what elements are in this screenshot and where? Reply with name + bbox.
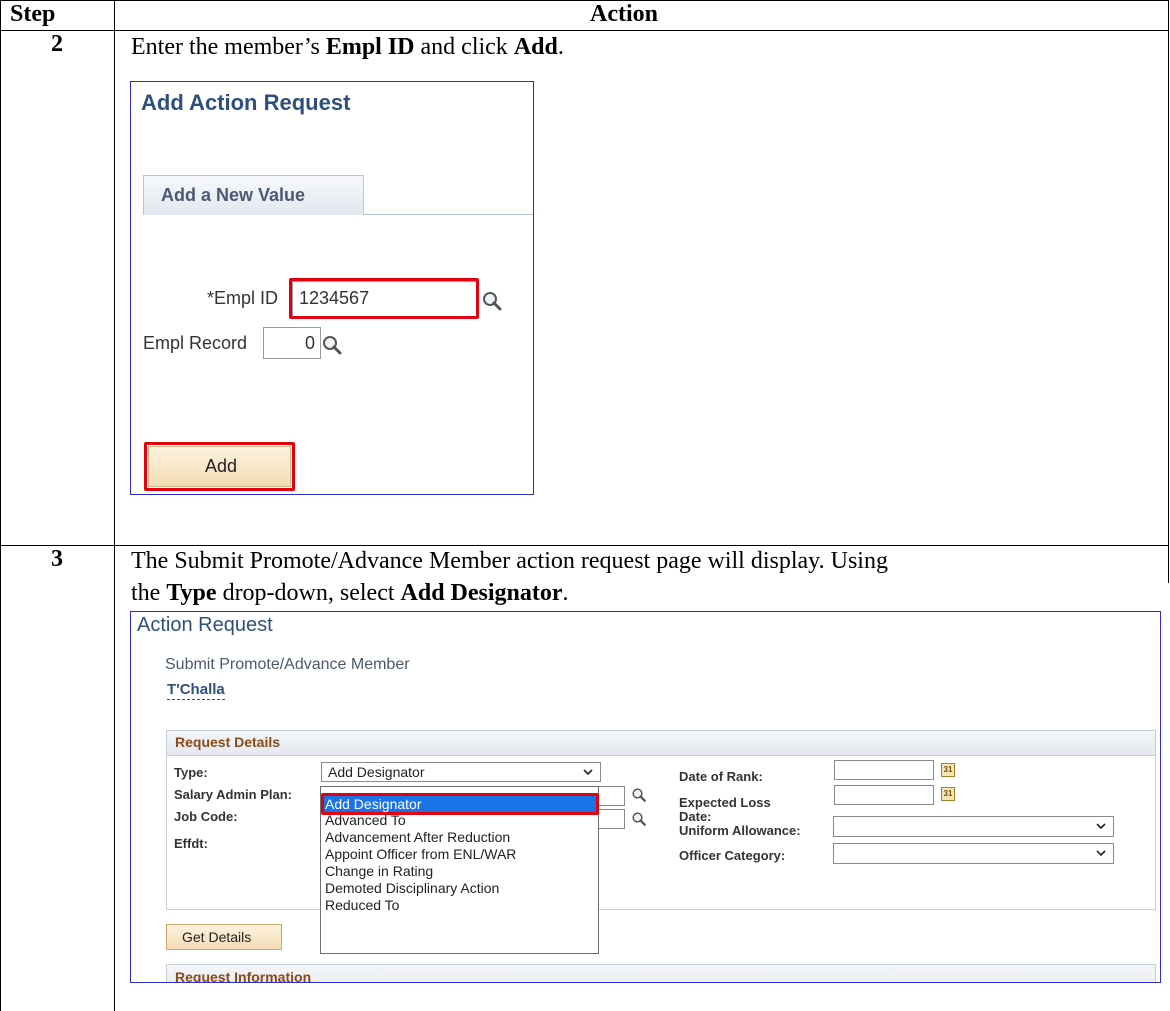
tab-add-new-value[interactable]: Add a New Value — [143, 175, 364, 215]
page-title: Add Action Request — [141, 90, 351, 115]
uniform-allowance-label: Uniform Allowance: — [679, 823, 801, 838]
uniform-allowance-select[interactable] — [833, 816, 1114, 837]
add-designator-highlight — [321, 793, 599, 815]
step-number: 3 — [51, 546, 63, 572]
header-action: Action — [590, 1, 658, 27]
add-button-highlight — [144, 442, 295, 491]
dropdown-option[interactable]: Reduced To — [325, 897, 399, 913]
salary-admin-plan-input[interactable] — [597, 786, 625, 806]
type-dropdown-list[interactable]: Add Designator Advanced To Advancement A… — [320, 786, 599, 954]
calendar-icon[interactable]: 31 — [941, 763, 955, 777]
tab-underline — [364, 214, 533, 215]
table-border-right-upper — [1168, 0, 1169, 583]
member-name-link[interactable]: T'Challa — [167, 681, 225, 700]
empl-id-highlight — [289, 278, 479, 319]
date-label: Date: — [679, 809, 712, 824]
chevron-down-icon — [583, 769, 593, 776]
header-step: Step — [10, 1, 56, 27]
request-details-section: Request Details Type: Salary Admin Plan:… — [166, 730, 1156, 910]
job-code-input[interactable] — [597, 809, 625, 829]
dropdown-option[interactable]: Appoint Officer from ENL/WAR — [325, 846, 516, 862]
section-title: Request Details — [175, 734, 281, 750]
lookup-search-icon[interactable] — [631, 787, 647, 803]
request-information-section: Request Information — [166, 964, 1156, 983]
officer-category-select[interactable] — [833, 843, 1114, 864]
job-code-label: Job Code: — [174, 809, 238, 824]
date-of-rank-input[interactable] — [834, 760, 934, 780]
chevron-down-icon — [1096, 850, 1106, 857]
table-border-top — [0, 0, 1168, 1]
lookup-search-icon[interactable] — [321, 334, 343, 356]
expected-loss-date-input[interactable] — [834, 785, 934, 805]
tab-label: Add a New Value — [161, 185, 306, 205]
empl-record-field[interactable]: 0 — [263, 327, 321, 359]
table-header-divider — [0, 30, 1168, 31]
calendar-icon[interactable]: 31 — [941, 787, 955, 801]
page-title: Action Request — [137, 614, 273, 636]
type-select-value: Add Designator — [328, 764, 425, 780]
dropdown-option[interactable]: Advancement After Reduction — [325, 829, 510, 845]
section-title: Request Information — [175, 969, 312, 983]
expected-loss-label: Expected Loss — [679, 795, 771, 810]
section-header: Request Details — [167, 731, 1155, 756]
type-select[interactable]: Add Designator — [321, 762, 601, 782]
empl-id-label: *Empl ID — [207, 288, 279, 308]
step-number: 2 — [51, 31, 63, 57]
action-request-screenshot: Action Request Submit Promote/Advance Me… — [130, 611, 1161, 983]
page-subtitle: Submit Promote/Advance Member — [165, 656, 410, 673]
salary-admin-plan-label: Salary Admin Plan: — [174, 787, 292, 802]
table-border-left — [0, 0, 1, 1011]
add-action-request-screenshot: Add Action Request Add a New Value *Empl… — [130, 81, 534, 495]
lookup-search-icon[interactable] — [481, 290, 503, 312]
empl-record-value: 0 — [304, 333, 315, 353]
get-details-button[interactable]: Get Details — [166, 924, 282, 950]
lookup-search-icon[interactable] — [631, 811, 647, 827]
step-instruction: Enter the member’s Empl ID and click Add… — [131, 34, 564, 60]
dropdown-option[interactable]: Change in Rating — [325, 863, 433, 879]
chevron-down-icon — [1096, 823, 1106, 830]
date-of-rank-label: Date of Rank: — [679, 769, 763, 784]
empl-record-label: Empl Record — [143, 333, 248, 353]
get-details-label: Get Details — [182, 929, 252, 945]
effdt-label: Effdt: — [174, 836, 208, 851]
table-column-divider — [114, 0, 115, 1011]
step-instruction: The Submit Promote/Advance Member action… — [131, 548, 888, 574]
type-label: Type: — [174, 765, 208, 780]
dropdown-option[interactable]: Demoted Disciplinary Action — [325, 880, 499, 896]
officer-category-label: Officer Category: — [679, 848, 786, 863]
step-instruction: the Type drop-down, select Add Designato… — [131, 580, 569, 606]
